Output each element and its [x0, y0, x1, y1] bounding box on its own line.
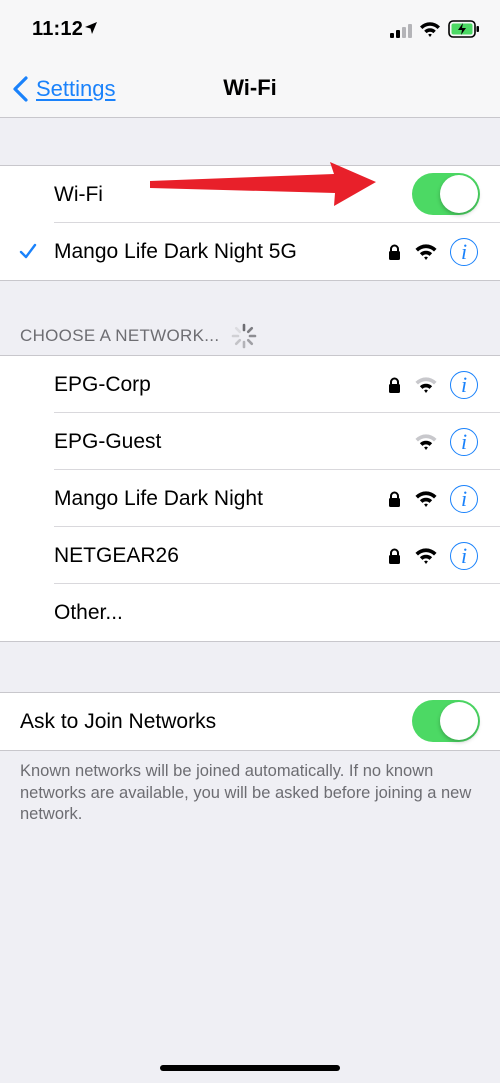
network-row[interactable]: Mango Life Dark Night i — [0, 470, 500, 527]
lock-icon — [389, 491, 400, 507]
ask-to-join-toggle[interactable] — [412, 700, 480, 742]
status-time: 11:12 — [32, 18, 84, 40]
wifi-label: Wi-Fi — [54, 182, 103, 206]
status-bar: 11:12 — [0, 0, 500, 60]
red-arrow-annotation — [150, 162, 376, 206]
ask-to-join-row: Ask to Join Networks — [0, 693, 500, 750]
ask-to-join-description: Known networks will be joined automatica… — [20, 762, 472, 823]
section-header-label: CHOOSE A NETWORK... — [20, 326, 220, 345]
connected-network-name: Mango Life Dark Night 5G — [54, 239, 297, 263]
loading-spinner-icon — [232, 323, 257, 349]
wifi-signal-icon — [415, 548, 437, 564]
choose-network-header: CHOOSE A NETWORK... — [20, 323, 257, 349]
lock-icon — [389, 548, 400, 564]
wifi-signal-icon — [415, 491, 437, 507]
battery-charging-icon — [448, 20, 479, 38]
ask-to-join-label: Ask to Join Networks — [20, 709, 217, 733]
other-network-row[interactable]: Other... — [0, 584, 500, 641]
info-icon[interactable]: i — [450, 541, 478, 570]
home-indicator[interactable] — [160, 1065, 340, 1071]
wifi-signal-icon — [415, 244, 437, 260]
wifi-signal-icon — [415, 377, 437, 393]
wifi-toggle[interactable] — [412, 173, 480, 215]
other-label: Other... — [54, 600, 123, 624]
networks-list: EPG-Corp i EPG-Guest i Mango Life Dark N… — [0, 355, 500, 642]
network-row[interactable]: EPG-Guest i — [0, 413, 500, 470]
lock-icon — [389, 377, 400, 393]
wifi-signal-icon — [415, 434, 437, 450]
cellular-signal-icon — [390, 24, 412, 38]
info-icon[interactable]: i — [450, 370, 478, 399]
info-icon[interactable]: i — [450, 484, 478, 513]
network-name: EPG-Guest — [54, 429, 162, 453]
network-row[interactable]: EPG-Corp i — [0, 356, 500, 413]
checkmark-icon — [19, 243, 37, 259]
location-arrow-icon — [85, 22, 97, 34]
network-name: EPG-Corp — [54, 372, 151, 396]
info-icon[interactable]: i — [450, 427, 478, 456]
connected-network-row[interactable]: Mango Life Dark Night 5G i — [0, 223, 500, 280]
wifi-status-icon — [420, 22, 440, 37]
lock-icon — [389, 244, 400, 260]
network-row[interactable]: NETGEAR26 i — [0, 527, 500, 584]
info-icon[interactable]: i — [450, 237, 478, 266]
network-name: NETGEAR26 — [54, 543, 179, 567]
toggle-knob — [440, 175, 478, 213]
toggle-knob — [440, 702, 478, 740]
navigation-bar: Settings Wi-Fi — [0, 60, 500, 118]
ask-to-join-group: Ask to Join Networks — [0, 692, 500, 751]
network-name: Mango Life Dark Night — [54, 486, 263, 510]
page-title: Wi-Fi — [223, 75, 277, 100]
